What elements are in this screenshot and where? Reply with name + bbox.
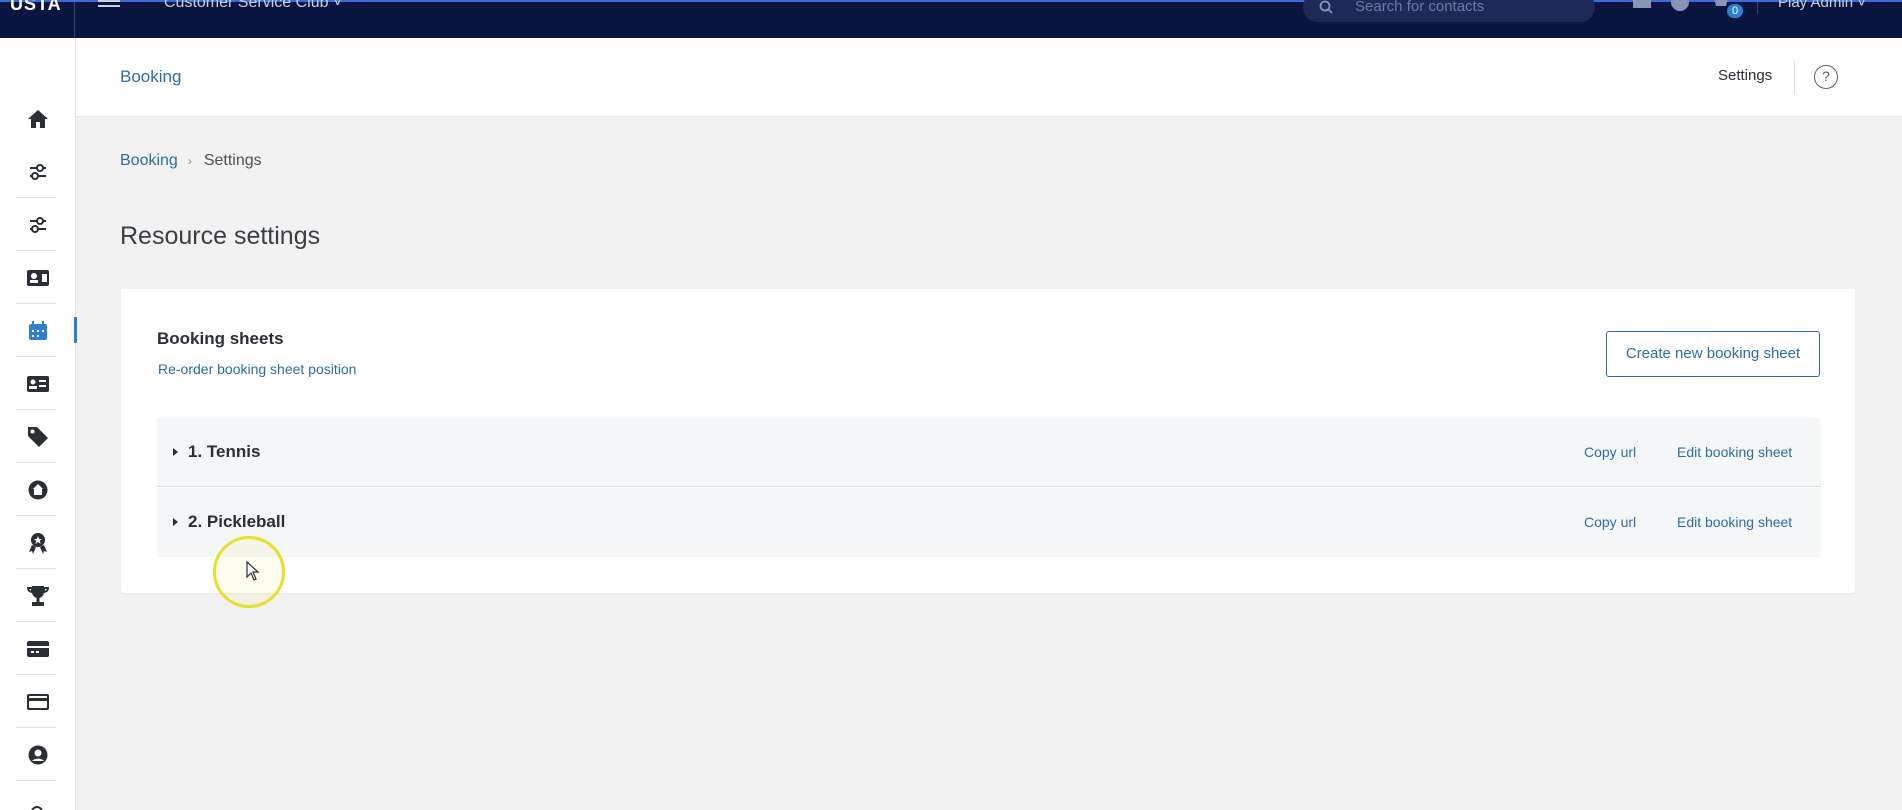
sidebar-item-tournaments[interactable] xyxy=(0,570,76,622)
calendar-icon xyxy=(29,321,47,340)
contact-card-icon xyxy=(27,270,49,286)
top-navigation-bar: USTA Customer Service Club ˅ Search for … xyxy=(0,0,1902,38)
trophy-icon xyxy=(27,586,49,606)
chevron-right-icon: › xyxy=(187,154,192,168)
menu-icon[interactable] xyxy=(98,0,120,8)
sidebar-item-payments[interactable] xyxy=(0,676,76,728)
card-title: Booking sheets xyxy=(157,329,284,348)
sidebar-item-members[interactable] xyxy=(0,358,76,410)
sidebar-item-filters[interactable] xyxy=(0,199,76,251)
info-icon[interactable] xyxy=(1670,0,1690,12)
mouse-pointer-icon xyxy=(246,561,260,581)
contact-search-input[interactable]: Search for contacts xyxy=(1303,0,1595,22)
help-icon[interactable]: ? xyxy=(1814,65,1838,89)
copy-url-link[interactable]: Copy url xyxy=(1584,444,1636,460)
sidebar-item-more[interactable] xyxy=(0,782,76,810)
breadcrumb: Booking › Settings xyxy=(120,152,262,170)
search-placeholder: Search for contacts xyxy=(1355,0,1485,15)
sidebar-item-events[interactable] xyxy=(0,623,76,675)
app-logo[interactable]: USTA xyxy=(10,0,62,15)
tags-icon xyxy=(28,427,48,447)
cart-count-badge: 0 xyxy=(1727,4,1743,18)
logo-divider xyxy=(74,2,75,38)
search-icon xyxy=(1319,0,1333,14)
create-booking-sheet-button[interactable]: Create new booking sheet xyxy=(1606,331,1820,377)
id-card-icon xyxy=(27,376,49,392)
booking-sheet-row[interactable]: 2. Pickleball Copy url Edit booking shee… xyxy=(157,488,1821,557)
sidebar-item-home[interactable] xyxy=(0,93,76,145)
expand-caret-icon[interactable] xyxy=(173,518,178,526)
user-menu[interactable]: Play Admin ˅ xyxy=(1778,0,1866,11)
booking-sheet-name[interactable]: 1. Tennis xyxy=(188,442,260,462)
booking-sheets-card: Booking sheets Re-order booking sheet po… xyxy=(121,289,1855,593)
sidebar-item-facility[interactable] xyxy=(0,464,76,516)
reorder-link[interactable]: Re-order booking sheet position xyxy=(158,361,356,377)
club-selector[interactable]: Customer Service Club ˅ xyxy=(164,0,342,12)
sidebar xyxy=(0,38,77,810)
page-title: Resource settings xyxy=(120,222,321,250)
edit-booking-sheet-link[interactable]: Edit booking sheet xyxy=(1677,514,1792,530)
sliders-icon-2 xyxy=(30,217,46,233)
mail-icon[interactable] xyxy=(1632,0,1652,10)
user-divider xyxy=(1757,2,1758,14)
copy-url-link[interactable]: Copy url xyxy=(1584,514,1636,530)
booking-sheet-name[interactable]: 2. Pickleball xyxy=(188,512,285,532)
sidebar-item-pricing[interactable] xyxy=(0,411,76,463)
edit-booking-sheet-link[interactable]: Edit booking sheet xyxy=(1677,444,1792,460)
home-icon xyxy=(28,110,48,128)
breadcrumb-booking[interactable]: Booking xyxy=(120,152,178,170)
sidebar-item-booking[interactable] xyxy=(0,305,77,357)
facility-icon xyxy=(28,480,48,500)
sliders-icon xyxy=(30,164,46,180)
ticket-icon xyxy=(27,641,49,657)
settings-link[interactable]: Settings xyxy=(1718,67,1772,84)
user-circle-icon xyxy=(28,745,48,765)
sidebar-item-settings[interactable] xyxy=(0,146,76,198)
breadcrumb-settings: Settings xyxy=(203,152,262,169)
expand-caret-icon[interactable] xyxy=(173,448,178,456)
header-divider xyxy=(1794,60,1795,94)
sidebar-item-awards[interactable] xyxy=(0,517,76,569)
page-header: Booking Settings ? xyxy=(76,38,1902,117)
award-icon xyxy=(29,533,47,554)
sidebar-item-account[interactable] xyxy=(0,729,76,781)
credit-card-icon xyxy=(27,694,49,710)
search-icon-partial xyxy=(31,806,43,810)
sidebar-item-contacts[interactable] xyxy=(0,252,76,304)
booking-sheet-row[interactable]: 1. Tennis Copy url Edit booking sheet xyxy=(157,418,1821,487)
header-title[interactable]: Booking xyxy=(120,67,181,87)
